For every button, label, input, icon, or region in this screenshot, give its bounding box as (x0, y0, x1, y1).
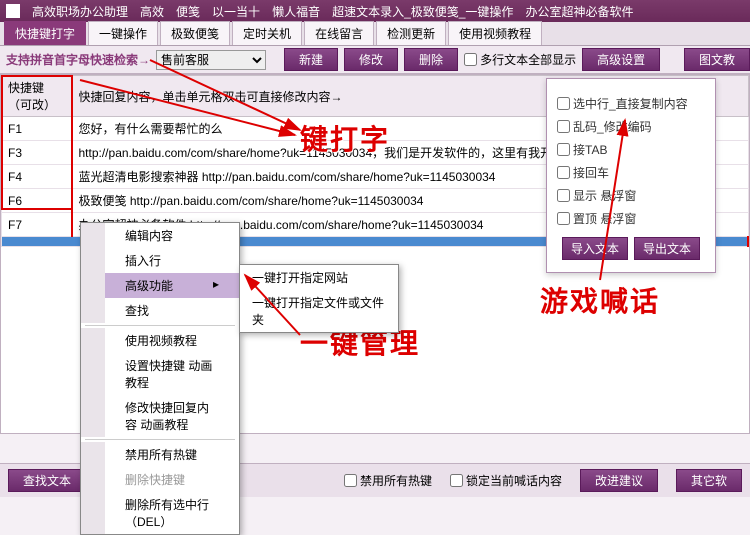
menu-insert-row[interactable]: 插入行 (81, 248, 239, 273)
disable-all-checkbox[interactable]: 禁用所有热键 (344, 472, 432, 489)
tab-video[interactable]: 使用视频教程 (448, 21, 542, 45)
tab-one-click[interactable]: 一键操作 (88, 21, 158, 45)
toolbar: 支持拼音首字母快速检索→ 售前客服 新建 修改 删除 多行文本全部显示 高级设置… (0, 46, 750, 74)
category-select[interactable]: 售前客服 (156, 50, 266, 70)
title-bar: 高效职场办公助理 高效 便笺 以一当十 懒人福音 超速文本录入_极致便笺_一键操… (0, 0, 750, 22)
context-submenu: 一键打开指定网站 一键打开指定文件或文件夹 (239, 264, 399, 333)
other-button[interactable]: 其它软 (676, 469, 742, 492)
menu-delete-hotkey[interactable]: 删除快捷键 (81, 467, 239, 492)
title-seg: 高效职场办公助理 (32, 3, 128, 20)
multiline-checkbox[interactable]: 多行文本全部显示 (464, 51, 576, 68)
submenu-open-site[interactable]: 一键打开指定网站 (240, 265, 398, 290)
menu-disable-hotkeys[interactable]: 禁用所有热键 (81, 442, 239, 467)
advanced-panel: 选中行_直接复制内容 乱码_修改编码 接TAB 接回车 显示 悬浮窗 置顶 悬浮… (546, 78, 716, 273)
menu-find[interactable]: 查找 (81, 298, 239, 323)
menu-advanced[interactable]: 高级功能 (81, 273, 239, 298)
title-seg: 办公室超神必备软件 (525, 3, 633, 20)
tab-sticky[interactable]: 极致便笺 (160, 21, 230, 45)
tab-hotkey-typing[interactable]: 快捷键打字 (4, 21, 86, 45)
title-seg: 懒人福音 (272, 3, 320, 20)
pic-tutorial-button[interactable]: 图文教 (684, 48, 750, 71)
adv-enter[interactable]: 接回车 (557, 164, 705, 181)
search-hint: 支持拼音首字母快速检索→ (6, 51, 150, 68)
edit-button[interactable]: 修改 (344, 48, 398, 71)
menu-edit[interactable]: 编辑内容 (81, 223, 239, 248)
menu-set-hotkey-anim[interactable]: 设置快捷键 动画教程 (81, 353, 239, 395)
tab-message[interactable]: 在线留言 (304, 21, 374, 45)
delete-button[interactable]: 删除 (404, 48, 458, 71)
menu-edit-reply-anim[interactable]: 修改快捷回复内容 动画教程 (81, 395, 239, 437)
submenu-open-file[interactable]: 一键打开指定文件或文件夹 (240, 290, 398, 332)
find-text-button[interactable]: 查找文本 (8, 469, 86, 492)
title-seg: 便笺 (176, 3, 200, 20)
lock-content-checkbox[interactable]: 锁定当前喊话内容 (450, 472, 562, 489)
suggest-button[interactable]: 改进建议 (580, 469, 658, 492)
export-button[interactable]: 导出文本 (634, 237, 700, 260)
col-hotkey[interactable]: 快捷键（可改） (2, 76, 72, 117)
menu-video[interactable]: 使用视频教程 (81, 328, 239, 353)
title-seg: 以一当十 (212, 3, 260, 20)
advanced-settings-button[interactable]: 高级设置 (582, 48, 660, 71)
title-seg: 高效 (140, 3, 164, 20)
import-button[interactable]: 导入文本 (562, 237, 628, 260)
app-icon (6, 4, 20, 18)
adv-encoding[interactable]: 乱码_修改编码 (557, 118, 705, 135)
tab-row: 快捷键打字 一键操作 极致便笺 定时关机 在线留言 检测更新 使用视频教程 (0, 22, 750, 46)
adv-copy-row[interactable]: 选中行_直接复制内容 (557, 95, 705, 112)
context-menu: 编辑内容 插入行 高级功能 查找 使用视频教程 设置快捷键 动画教程 修改快捷回… (80, 222, 240, 535)
tab-update[interactable]: 检测更新 (376, 21, 446, 45)
new-button[interactable]: 新建 (284, 48, 338, 71)
adv-top[interactable]: 置顶 悬浮窗 (557, 210, 705, 227)
tab-shutdown[interactable]: 定时关机 (232, 21, 302, 45)
title-seg: 超速文本录入_极致便笺_一键操作 (332, 3, 513, 20)
adv-tab[interactable]: 接TAB (557, 141, 705, 158)
menu-delete-selected[interactable]: 删除所有选中行（DEL） (81, 492, 239, 534)
adv-float[interactable]: 显示 悬浮窗 (557, 187, 705, 204)
